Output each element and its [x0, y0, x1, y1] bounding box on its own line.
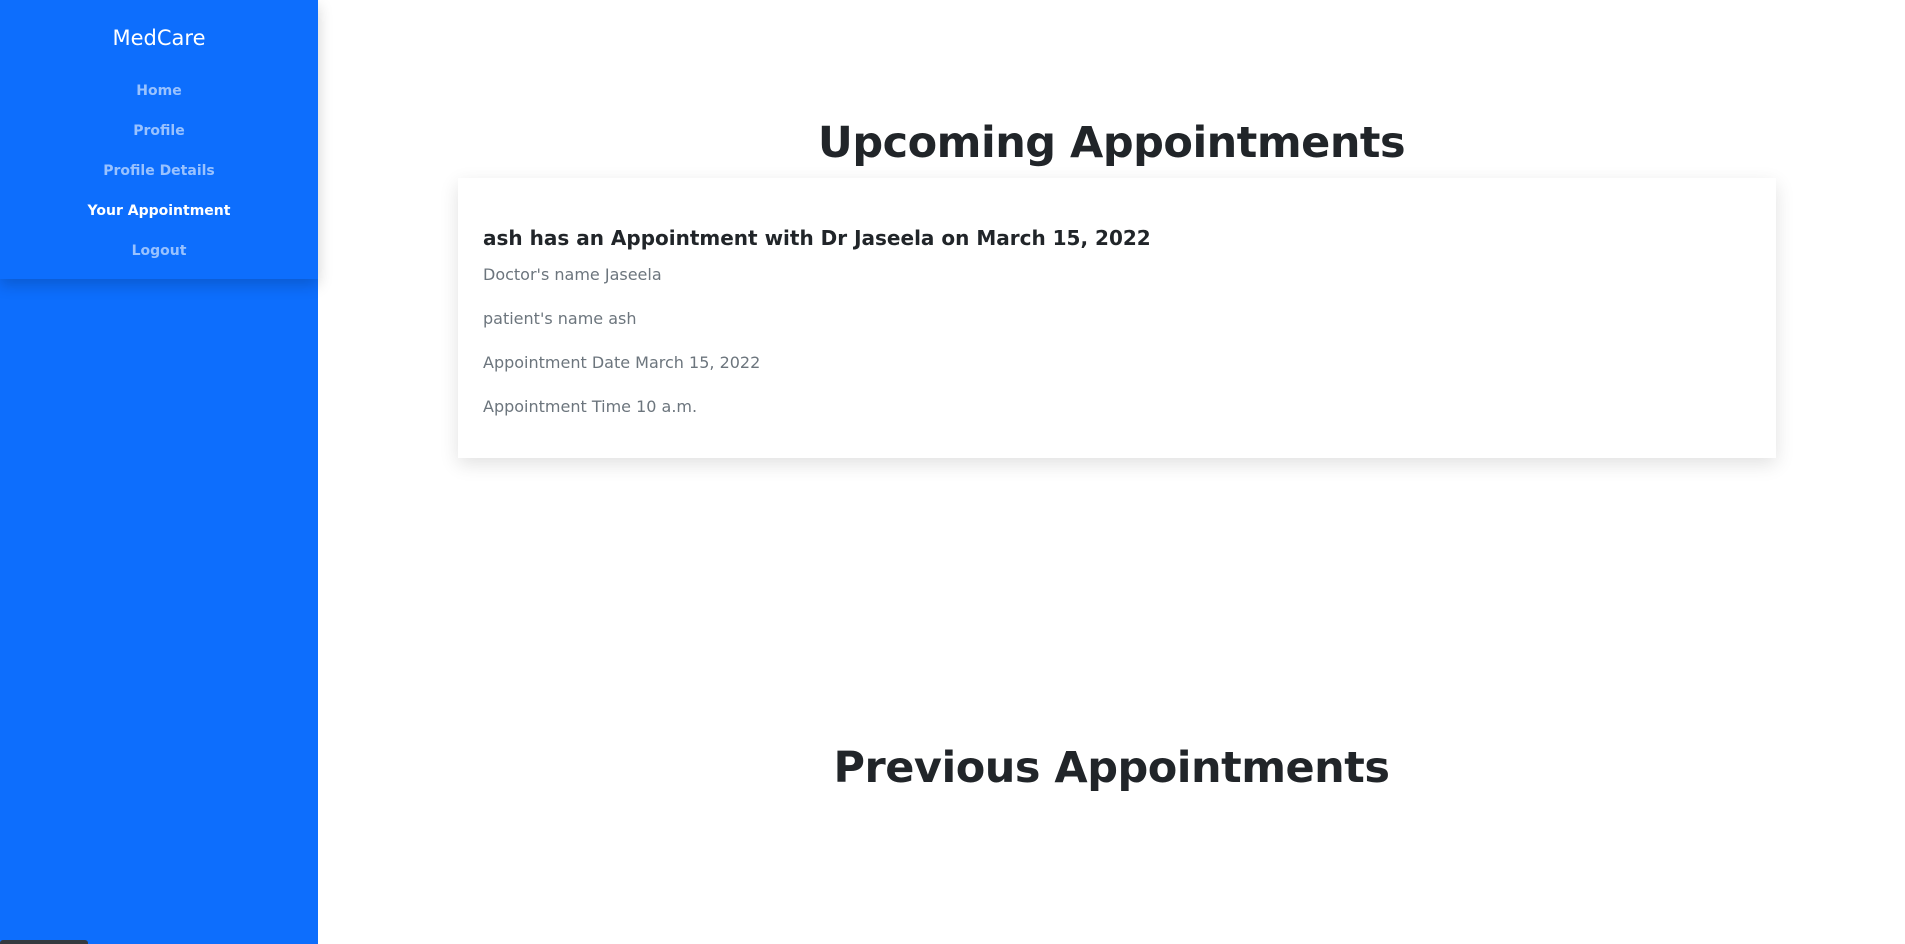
bottom-toolbar-tab[interactable] [0, 940, 88, 944]
main-content: Upcoming Appointments ash has an Appoint… [318, 0, 1905, 944]
appointment-time-label: Appointment Time [483, 397, 631, 416]
sidebar: MedCare Home Profile Profile Details You… [0, 0, 318, 944]
doctor-name-line: Doctor's name Jaseela [483, 262, 1751, 287]
sidebar-item-your-appointment[interactable]: Your Appointment [0, 194, 318, 234]
doctor-name-value: Jaseela [604, 265, 662, 284]
sidebar-item-logout[interactable]: Logout [0, 234, 318, 274]
appointment-date-line: Appointment Date March 15, 2022 [483, 350, 1751, 375]
sidebar-item-profile[interactable]: Profile [0, 114, 318, 154]
brand-logo[interactable]: MedCare [0, 26, 318, 50]
upcoming-appointments-title: Upcoming Appointments [817, 118, 1406, 168]
appointment-time-line: Appointment Time 10 a.m. [483, 394, 1751, 419]
previous-appointments-title: Previous Appointments [833, 743, 1390, 793]
appointment-card: ash has an Appointment with Dr Jaseela o… [458, 178, 1776, 458]
patient-name-label: patient's name [483, 309, 604, 328]
doctor-name-label: Doctor's name [483, 265, 600, 284]
sidebar-nav: Home Profile Profile Details Your Appoin… [0, 74, 318, 274]
sidebar-menu-panel: MedCare Home Profile Profile Details You… [0, 0, 318, 279]
appointment-heading: ash has an Appointment with Dr Jaseela o… [483, 226, 1151, 250]
appointment-date-label: Appointment Date [483, 353, 631, 372]
appointment-date-value: March 15, 2022 [635, 353, 761, 372]
appointment-time-value: 10 a.m. [636, 397, 698, 416]
patient-name-line: patient's name ash [483, 306, 1751, 331]
patient-name-value: ash [608, 309, 637, 328]
sidebar-item-profile-details[interactable]: Profile Details [0, 154, 318, 194]
sidebar-item-home[interactable]: Home [0, 74, 318, 114]
